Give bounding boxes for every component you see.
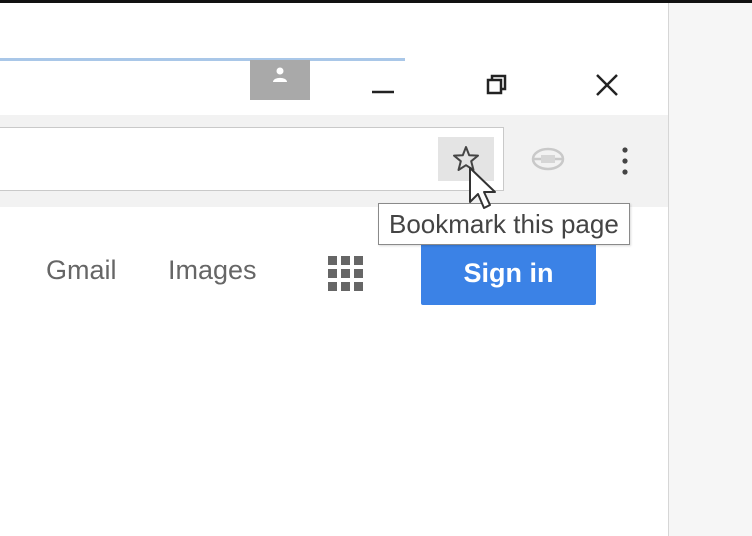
restore-icon	[486, 74, 507, 95]
more-vertical-icon	[622, 147, 628, 175]
tab-strip	[0, 3, 668, 115]
apps-grid-icon[interactable]	[326, 254, 366, 294]
more-menu-button[interactable]	[610, 141, 640, 181]
close-button[interactable]	[584, 65, 630, 105]
active-tab-indicator	[0, 58, 405, 61]
extension-icon	[531, 147, 565, 171]
minimize-button[interactable]	[360, 65, 406, 105]
desktop-background	[669, 3, 752, 536]
close-icon	[596, 74, 618, 96]
browser-window: Gmail Images Sign in Bookmark this page	[0, 3, 669, 536]
address-bar[interactable]	[0, 127, 504, 191]
google-top-links: Gmail Images Sign in	[0, 241, 668, 311]
gmail-link[interactable]: Gmail	[46, 255, 117, 286]
browser-toolbar	[0, 115, 668, 207]
minimize-icon	[372, 90, 394, 94]
person-icon	[273, 67, 287, 82]
sign-in-button[interactable]: Sign in	[421, 241, 596, 305]
profile-button[interactable]	[250, 60, 310, 100]
extension-button[interactable]	[528, 145, 568, 173]
images-link[interactable]: Images	[168, 255, 257, 286]
restore-button[interactable]	[474, 65, 520, 105]
mouse-cursor-icon	[469, 167, 496, 209]
